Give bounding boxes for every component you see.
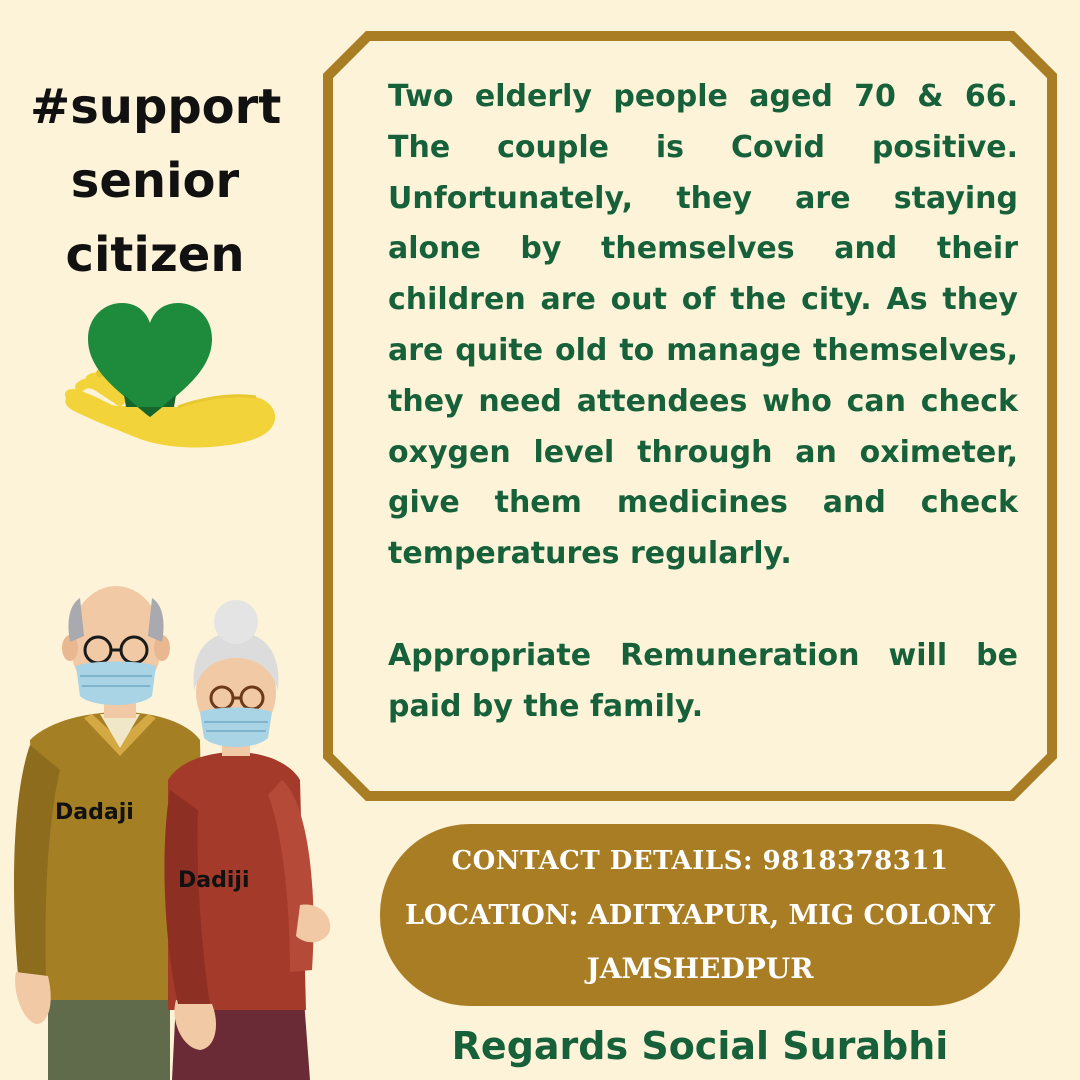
elderly-couple-illustration	[14, 586, 331, 1080]
appeal-paragraph-1: Two elderly people aged 70 & 66. The cou…	[388, 79, 1018, 572]
hashtag-line-2: senior	[70, 153, 240, 209]
contact-details-banner: CONTACT DETAILS: 9818378311 LOCATION: AD…	[380, 824, 1020, 1006]
contact-city: JAMSHEDPUR	[586, 952, 814, 985]
appeal-message: Two elderly people aged 70 & 66. The cou…	[388, 72, 1018, 732]
contact-location: LOCATION: ADITYAPUR, MIG COLONY	[405, 900, 995, 931]
man-label: Dadaji	[55, 800, 134, 825]
heart-in-hand-icon	[64, 303, 276, 448]
hashtag-heading: #support senior citizen	[30, 70, 282, 292]
appeal-paragraph-2: Appropriate Remuneration will be paid by…	[388, 637, 1018, 724]
contact-phone: CONTACT DETAILS: 9818378311	[451, 846, 949, 876]
hashtag-line-3: citizen	[65, 227, 245, 283]
regards-signature: Regards Social Surabhi	[451, 1024, 949, 1068]
poster: #support senior citizen Two elderly peop…	[0, 0, 1080, 1080]
hashtag-line-1: #support	[30, 79, 282, 135]
woman-label: Dadiji	[178, 868, 250, 893]
